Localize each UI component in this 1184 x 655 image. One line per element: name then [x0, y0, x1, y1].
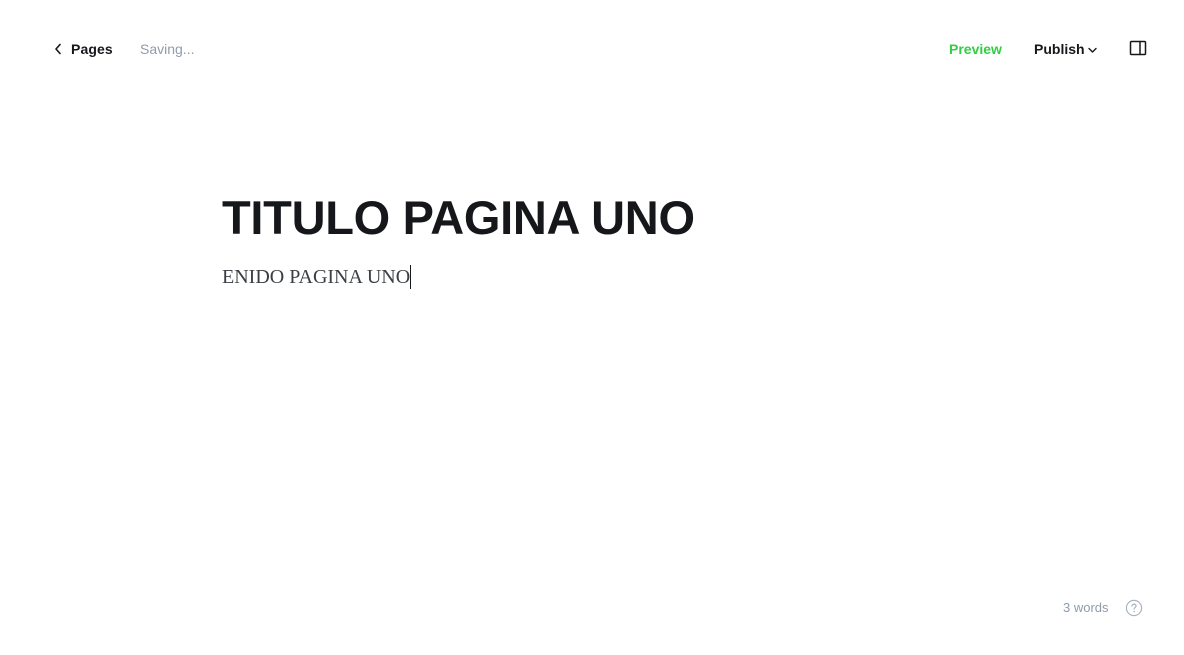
chevron-down-icon — [1087, 41, 1097, 57]
chevron-left-icon — [54, 43, 62, 55]
editor-area: TITULO PAGINA UNO ENIDO PAGINA UNO — [222, 190, 962, 292]
publish-label: Publish — [1034, 41, 1085, 57]
word-count: 3 words — [1063, 600, 1109, 615]
page-title[interactable]: TITULO PAGINA UNO — [222, 190, 962, 246]
publish-button[interactable]: Publish — [1034, 38, 1097, 60]
back-to-pages-link[interactable]: Pages — [54, 38, 113, 60]
sidebar-toggle-button[interactable] — [1128, 38, 1148, 58]
question-circle-icon — [1125, 599, 1143, 621]
help-button[interactable] — [1125, 599, 1143, 617]
editor-toolbar: Pages Saving... Preview Publish — [0, 0, 1184, 98]
sidebar-panel-icon — [1128, 40, 1148, 62]
preview-button[interactable]: Preview — [949, 38, 1002, 60]
text-cursor — [410, 265, 412, 289]
word-count-area: 3 words — [1063, 598, 1109, 618]
body-text: ENIDO PAGINA UNO — [222, 266, 411, 288]
save-status: Saving... — [140, 41, 195, 57]
page-body-editor[interactable]: ENIDO PAGINA UNO — [222, 262, 962, 292]
back-link-label: Pages — [71, 41, 113, 57]
